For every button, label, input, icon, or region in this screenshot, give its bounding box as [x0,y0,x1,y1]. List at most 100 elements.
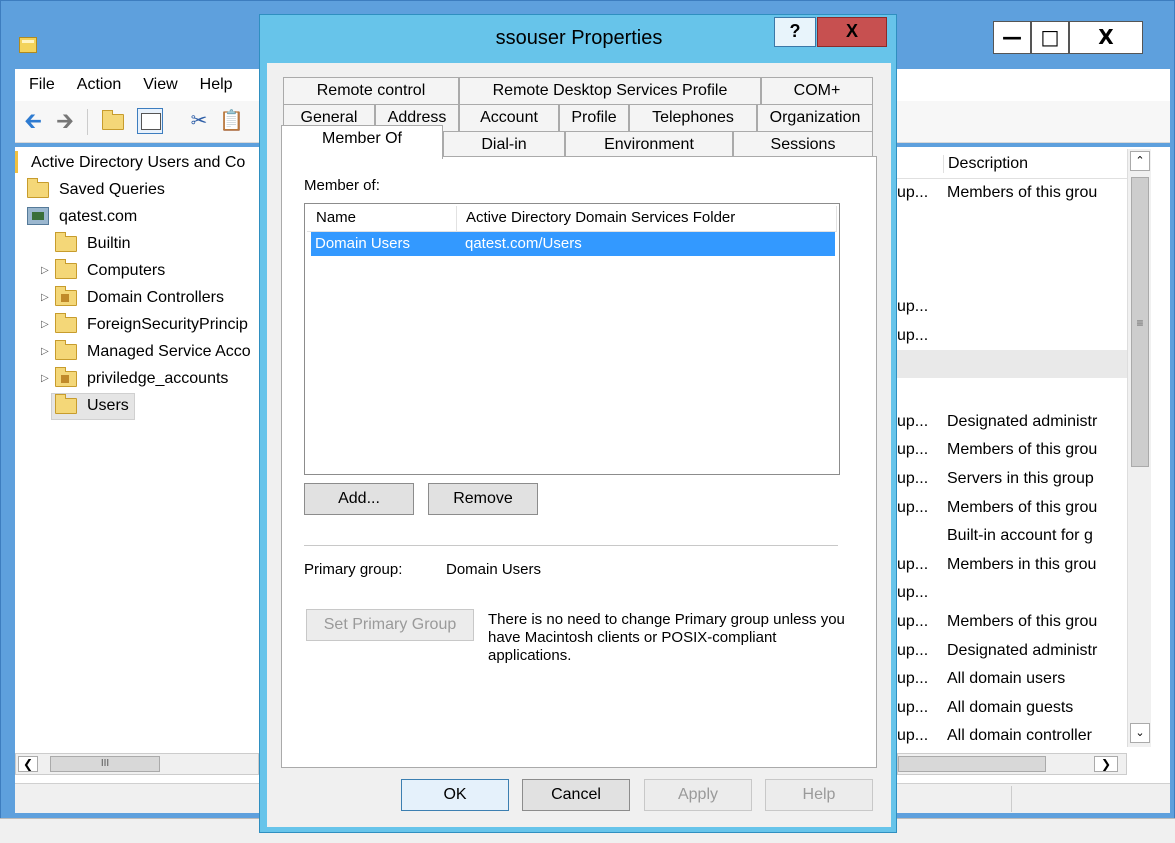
primary-group-label: Primary group: [304,561,403,578]
list-row[interactable]: up... Servers in this group [897,465,1127,493]
list-row[interactable]: up... All domain guests [897,694,1127,722]
member-of-label: Member of: [304,177,380,194]
expand-arrow-icon[interactable]: ▷ [41,365,51,392]
tab-sessions[interactable]: Sessions [733,131,873,159]
tree-root-marker [15,151,18,173]
set-primary-group-button[interactable]: Set Primary Group [306,609,474,641]
menu-action[interactable]: Action [77,76,121,94]
column-header-name[interactable]: Name [307,206,457,232]
tree-item-label: Saved Queries [59,181,165,198]
help-icon[interactable]: ? [774,17,816,47]
tab-remote-desktop-services-profile[interactable]: Remote Desktop Services Profile [459,77,761,105]
folder-icon [55,394,77,414]
list-cell-description: Designated administr [947,412,1098,430]
list-row[interactable]: up... All domain controller [897,722,1127,750]
tab-account[interactable]: Account [459,104,559,132]
primary-group-value: Domain Users [446,561,542,578]
show-hide-console-tree-icon[interactable] [137,108,163,134]
scroll-up-icon[interactable]: ⌃ [1130,151,1150,171]
list-cell-type: up... [897,613,929,630]
scroll-thumb[interactable]: III [50,756,160,772]
list-cell-type: up... [897,727,929,745]
up-folder-icon[interactable] [101,109,125,133]
list-row[interactable]: up... [897,322,1127,350]
tree-item-label: Computers [87,262,166,279]
list-row[interactable]: up... Members of this grou [897,608,1127,636]
list-row[interactable]: up... All domain users [897,665,1127,693]
list-row[interactable]: up... Members of this grou [897,494,1127,522]
minimize-button[interactable]: — [993,21,1031,54]
scroll-down-icon[interactable]: ⌄ [1130,723,1150,743]
menu-file[interactable]: File [29,76,55,94]
member-of-list[interactable]: Name Active Directory Domain Services Fo… [304,203,840,475]
tree-item-label: Builtin [87,235,131,252]
cancel-button[interactable]: Cancel [522,779,630,811]
list-vertical-scrollbar[interactable]: ⌃ ≡ ⌄ [1127,149,1151,747]
expand-arrow-icon[interactable]: ▷ [41,338,51,365]
list-cell-type: up... [897,184,929,201]
list-row[interactable]: up... Designated administr [897,408,1127,436]
list-cell-type: up... [897,441,929,459]
list-row[interactable]: up... Members in this grou [897,551,1127,579]
tab-profile[interactable]: Profile [559,104,629,132]
primary-group-note: There is no need to change Primary group… [488,611,845,664]
list-cell-description: Members of this grou [947,498,1098,516]
cut-icon[interactable]: ✂ [187,109,211,133]
maximize-button[interactable]: □ [1031,21,1069,54]
tab-dial-in[interactable]: Dial-in [443,131,565,159]
list-row[interactable] [897,236,1127,264]
scroll-right-icon[interactable]: ❯ [1094,756,1118,772]
expand-arrow-icon[interactable]: ▷ [41,257,51,284]
apply-button[interactable]: Apply [644,779,752,811]
tab-telephones[interactable]: Telephones [629,104,757,132]
close-button[interactable]: X [817,17,887,47]
panel-divider [304,545,838,546]
tree-item-label: Managed Service Acco [87,343,251,360]
forward-arrow-icon[interactable]: 🡲 [53,109,77,133]
tab-com-plus[interactable]: COM+ [761,77,873,105]
expand-arrow-icon[interactable]: ▷ [41,311,51,338]
properties-dialog: ssouser Properties ? X Remote control Re… [259,14,897,833]
list-cell-description: All domain controller [947,727,1092,745]
expand-arrow-icon[interactable]: ▷ [41,284,51,311]
list-row[interactable]: up... Members of this grou [897,179,1127,207]
ok-button[interactable]: OK [401,779,509,811]
tree-item-label: ForeignSecurityPrincip [87,316,248,333]
list-row[interactable] [897,379,1127,407]
list-row[interactable] [897,351,1127,379]
list-horizontal-scrollbar[interactable]: ❯ [897,753,1127,775]
toolbar-separator [87,109,88,135]
menu-view[interactable]: View [143,76,177,94]
tree-item-label: Users [87,397,129,414]
tab-organization[interactable]: Organization [757,104,873,132]
tab-environment[interactable]: Environment [565,131,733,159]
console-tree: Active Directory Users and Co Saved Quer… [15,147,261,747]
tab-remote-control[interactable]: Remote control [283,77,459,105]
list-row[interactable]: Built-in account for g [897,522,1127,550]
list-cell-description: Members of this grou [947,441,1098,459]
tab-member-of[interactable]: Member Of [281,125,443,159]
menu-help[interactable]: Help [200,76,233,94]
column-header-folder[interactable]: Active Directory Domain Services Folder [457,206,837,232]
group-row-domain-users[interactable]: Domain Users qatest.com/Users [311,232,835,256]
scroll-left-icon[interactable]: ❮ [18,756,38,772]
scroll-thumb[interactable]: ≡ [1131,177,1149,467]
list-row[interactable]: up... [897,579,1127,607]
list-row[interactable]: up... Members of this grou [897,436,1127,464]
help-button[interactable]: Help [765,779,873,811]
list-row[interactable] [897,208,1127,236]
list-row[interactable]: up... Designated administr [897,637,1127,665]
remove-button[interactable]: Remove [428,483,538,515]
folder-icon [27,178,49,198]
scroll-thumb[interactable] [898,756,1046,772]
back-arrow-icon[interactable]: 🡰 [21,109,45,133]
copy-icon[interactable]: 📋 [219,109,244,133]
mmc-close-button[interactable]: X [1069,21,1143,54]
results-list: Description up... Members of this grou up.… [897,147,1170,787]
column-header-description[interactable]: Description [943,155,1028,173]
list-row[interactable]: up... [897,293,1127,321]
list-cell-description: Members of this grou [947,613,1098,630]
list-row[interactable] [897,265,1127,293]
add-button[interactable]: Add... [304,483,414,515]
tree-horizontal-scrollbar[interactable]: ❮ III [15,753,259,775]
